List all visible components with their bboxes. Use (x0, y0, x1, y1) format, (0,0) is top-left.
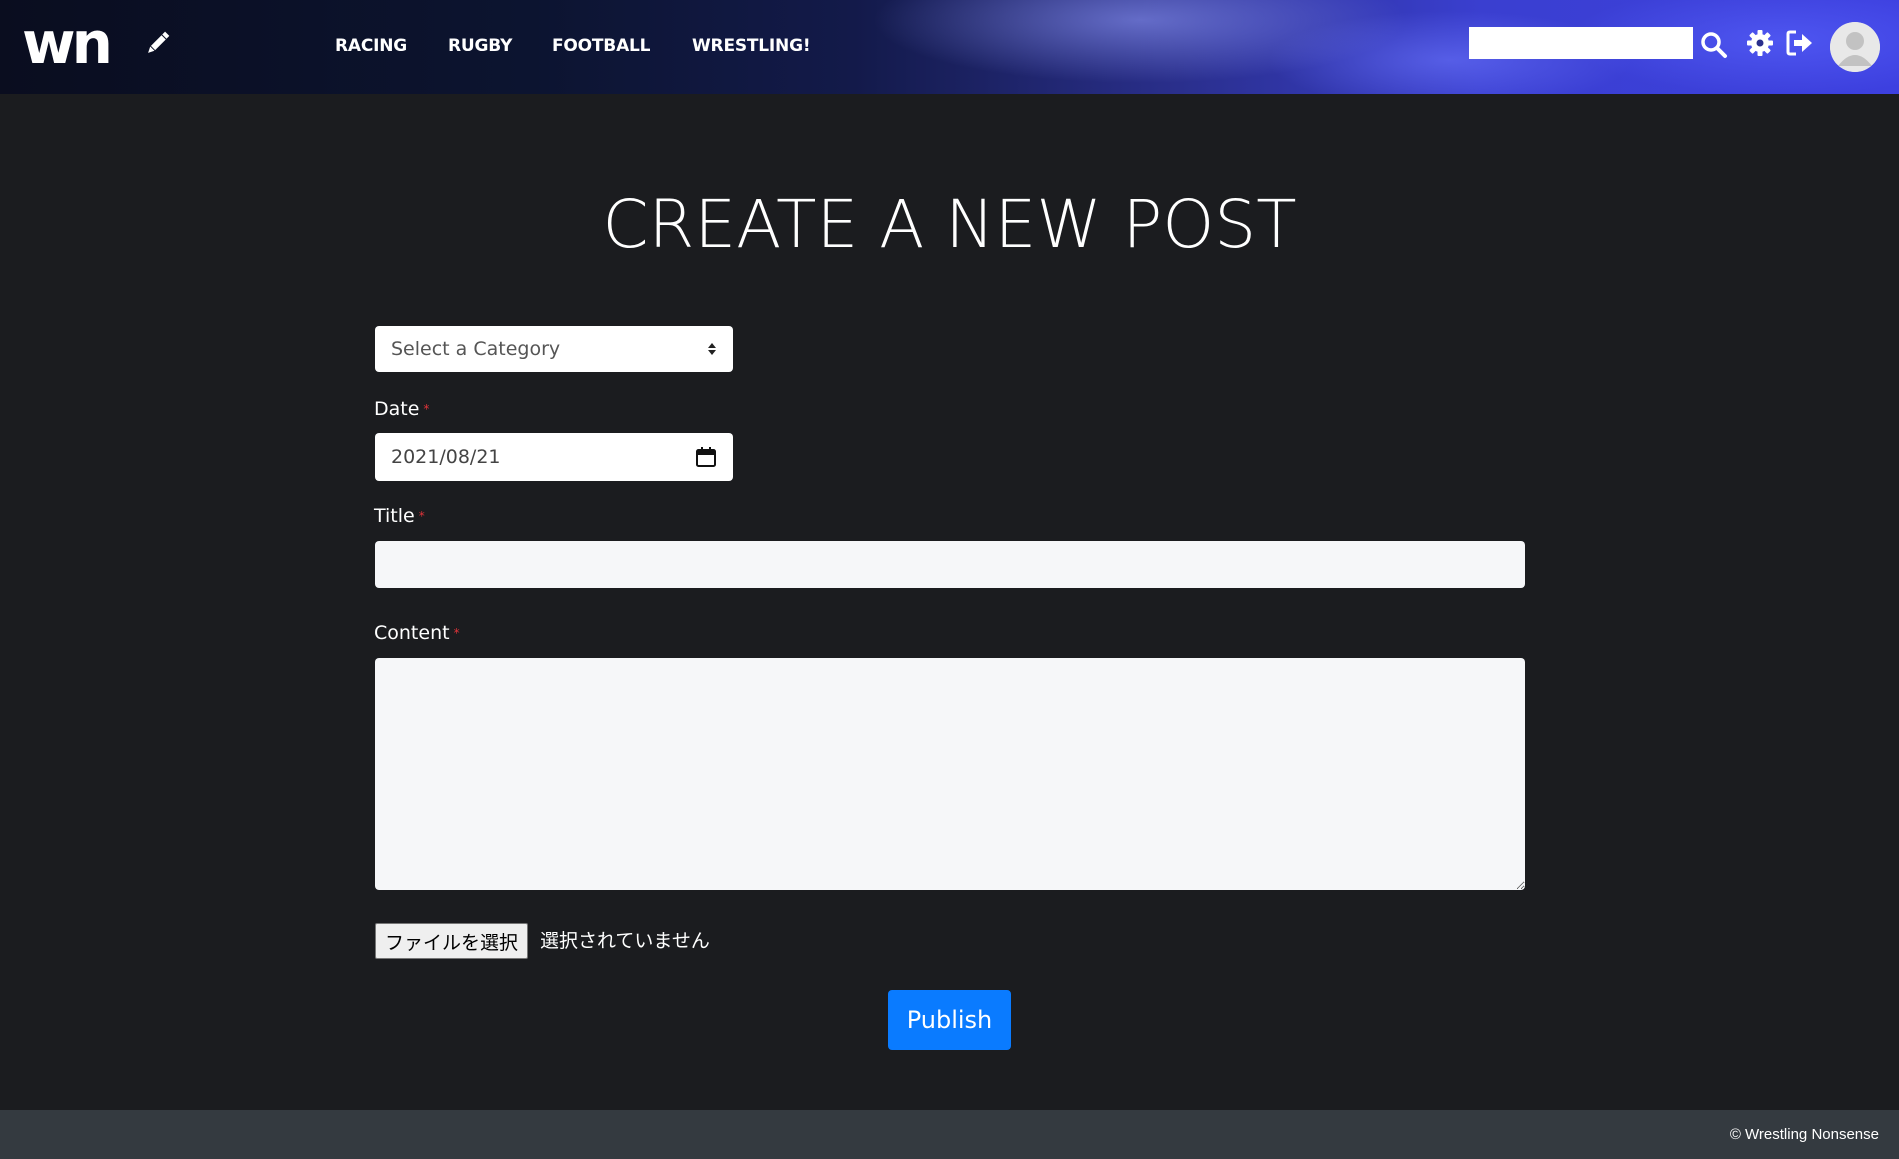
content-label: Content * (374, 621, 460, 645)
avatar[interactable] (1830, 22, 1880, 72)
title-label: Title * (374, 504, 425, 528)
site-header: wn RACING RUGBY FOOTBALL WRESTLING! (0, 0, 1899, 94)
category-select[interactable]: Select a Category (375, 326, 733, 372)
search-icon[interactable] (1699, 30, 1729, 60)
title-input[interactable] (375, 541, 1525, 588)
site-logo[interactable]: wn (22, 14, 113, 72)
date-value: 2021/08/21 (391, 446, 501, 468)
site-footer: © Wrestling Nonsense (0, 1110, 1899, 1159)
date-required-mark: * (423, 402, 430, 416)
main-nav: RACING RUGBY FOOTBALL WRESTLING! (335, 34, 822, 58)
footer-copyright: © Wrestling Nonsense (1729, 1126, 1879, 1143)
file-choose-button[interactable]: ファイルを選択 (375, 923, 529, 959)
nav-football[interactable]: FOOTBALL (552, 34, 692, 58)
logout-icon[interactable] (1785, 28, 1815, 58)
date-input[interactable]: 2021/08/21 (375, 433, 733, 481)
date-label-text: Date (374, 398, 420, 420)
title-required-mark: * (418, 509, 425, 523)
gear-icon[interactable] (1745, 28, 1775, 58)
select-arrows-icon (707, 341, 717, 357)
pencil-icon[interactable] (143, 28, 173, 58)
calendar-icon[interactable] (695, 446, 717, 468)
search-input[interactable] (1469, 27, 1693, 59)
content-label-text: Content (374, 622, 450, 644)
nav-rugby[interactable]: RUGBY (448, 34, 552, 58)
date-label: Date * (374, 397, 429, 421)
category-selected-value: Select a Category (391, 338, 561, 360)
title-label-text: Title (374, 505, 415, 527)
nav-racing[interactable]: RACING (335, 34, 448, 58)
page-title: CREATE A NEW POST (602, 186, 1297, 263)
content-required-mark: * (453, 626, 460, 640)
publish-button[interactable]: Publish (888, 990, 1011, 1050)
nav-wrestling[interactable]: WRESTLING! (692, 34, 822, 58)
file-status: 選択されていません (540, 930, 710, 952)
content-textarea[interactable] (375, 658, 1525, 890)
